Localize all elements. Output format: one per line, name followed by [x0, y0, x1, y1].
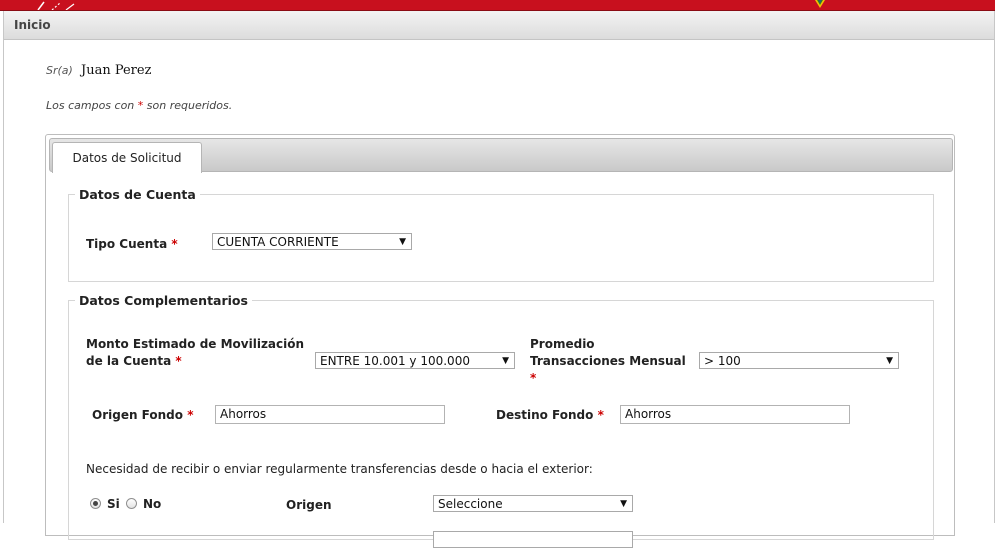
dropdown-arrow-icon: ▼: [502, 356, 509, 366]
origen-value: Seleccione: [438, 497, 503, 511]
tipo-cuenta-value: CUENTA CORRIENTE: [217, 235, 339, 249]
datos-cuenta-legend: Datos de Cuenta: [79, 187, 196, 202]
origen-fondo-label: Origen Fondo *: [92, 408, 194, 422]
required-fields-note: Los campos con * son requeridos.: [46, 99, 232, 112]
greeting-label: Sr(a): [46, 64, 73, 77]
monto-label: Monto Estimado de Movilización de la Cue…: [86, 337, 305, 368]
dropdown-arrow-icon: ▼: [620, 499, 627, 509]
dropdown-arrow-icon: ▼: [399, 237, 406, 247]
brand-logo-icon: [815, 0, 825, 8]
origen-select[interactable]: Seleccione ▼: [433, 495, 633, 512]
top-banner: [0, 0, 995, 11]
required-note-text-before: Los campos con: [46, 99, 138, 112]
promedio-select[interactable]: > 100 ▼: [699, 352, 899, 369]
promedio-value: > 100: [704, 354, 741, 368]
destino-fondo-input[interactable]: Ahorros: [620, 405, 850, 424]
datos-cuenta-fieldset: Datos de Cuenta: [68, 187, 934, 282]
radio-si-label: Si: [107, 497, 120, 511]
radio-no-label: No: [143, 497, 162, 511]
request-panel: Datos de Solicitud Datos de Cuenta Tipo …: [45, 134, 955, 548]
navbar: Inicio: [4, 11, 994, 40]
required-note-text-after: son requeridos.: [143, 99, 233, 112]
monto-select[interactable]: ENTRE 10.001 y 100.000 ▼: [315, 352, 515, 369]
logo-mark-icon: [37, 1, 75, 10]
radio-no[interactable]: [126, 498, 137, 509]
radio-si[interactable]: [90, 498, 101, 509]
tab-datos-solicitud[interactable]: Datos de Solicitud: [52, 142, 202, 173]
dropdown-arrow-icon: ▼: [886, 356, 893, 366]
promedio-label: Promedio Transacciones Mensual *: [530, 337, 686, 385]
monto-value: ENTRE 10.001 y 100.000: [320, 354, 470, 368]
main-frame: Inicio Sr(a) Juan Perez Los campos con *…: [3, 11, 995, 548]
datos-complementarios-legend: Datos Complementarios: [79, 293, 248, 308]
tab-strip: Datos de Solicitud: [49, 138, 953, 173]
user-greeting: Sr(a) Juan Perez: [46, 63, 151, 78]
transfer-question: Necesidad de recibir o enviar regularmen…: [86, 462, 593, 476]
tipo-cuenta-label: Tipo Cuenta *: [86, 237, 178, 251]
destino-select[interactable]: [433, 531, 633, 548]
origen-fondo-input[interactable]: Ahorros: [215, 405, 445, 424]
tipo-cuenta-select[interactable]: CUENTA CORRIENTE ▼: [212, 233, 412, 250]
destino-fondo-label: Destino Fondo *: [496, 408, 604, 422]
user-name: Juan Perez: [80, 63, 152, 78]
nav-home-link[interactable]: Inicio: [14, 18, 51, 32]
origen-label: Origen: [286, 498, 332, 512]
